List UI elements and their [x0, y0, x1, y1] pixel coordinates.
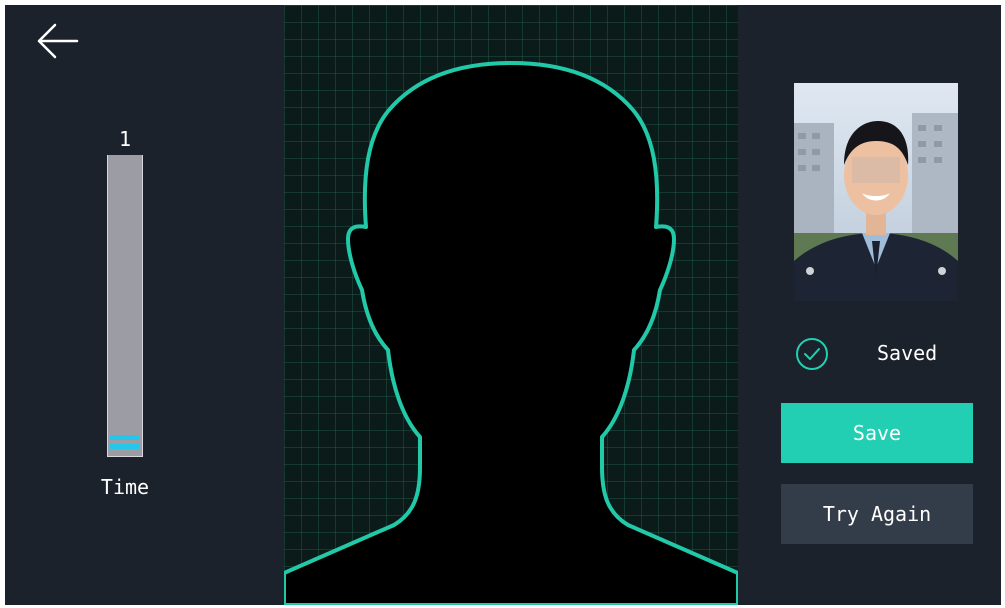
slider-value: 1 [118, 127, 132, 151]
camera-preview [284, 5, 738, 605]
saved-status: Saved [795, 337, 955, 371]
face-capture-screen: 1 Time Saved Save Try Again [5, 5, 1001, 605]
check-circle-icon [795, 337, 829, 371]
status-text: Saved [877, 341, 938, 365]
captured-face-photo [794, 83, 958, 301]
arrow-left-icon [37, 23, 79, 59]
time-slider[interactable] [107, 155, 143, 457]
back-button[interactable] [33, 21, 81, 61]
slider-label: Time [100, 475, 150, 499]
slider-handle[interactable] [110, 435, 140, 451]
try-again-button[interactable]: Try Again [781, 484, 973, 544]
face-outline [284, 61, 738, 605]
save-button[interactable]: Save [781, 403, 973, 463]
